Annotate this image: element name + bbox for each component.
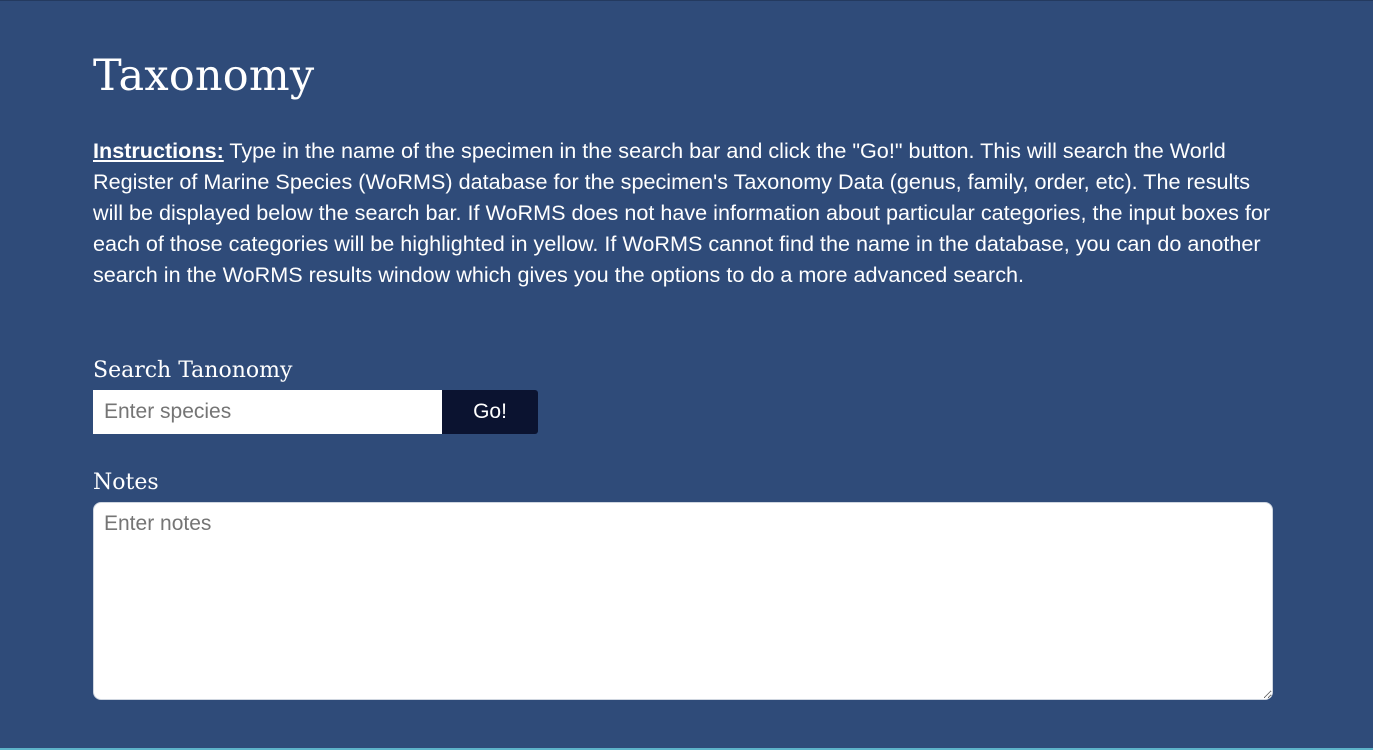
search-bar: Go! [93, 390, 538, 434]
notes-textarea[interactable] [93, 502, 1273, 700]
instructions-lead: Instructions: [93, 138, 224, 163]
search-label: Search Tanonomy [93, 358, 293, 383]
notes-label: Notes [93, 470, 159, 495]
go-button[interactable]: Go! [442, 390, 538, 434]
page-title: Taxonomy [93, 51, 315, 101]
species-search-input[interactable] [93, 390, 442, 434]
instructions-text: Type in the name of the specimen in the … [93, 138, 1271, 287]
instructions-paragraph: Instructions: Type in the name of the sp… [93, 135, 1273, 290]
